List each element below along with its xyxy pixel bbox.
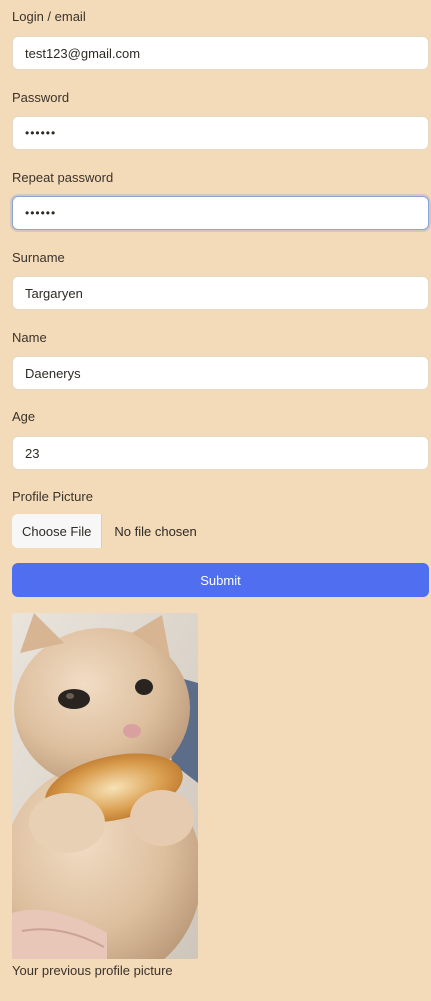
age-input[interactable] xyxy=(12,436,429,470)
repeat-password-input[interactable] xyxy=(12,196,429,230)
name-input[interactable] xyxy=(12,356,429,390)
previous-profile-picture xyxy=(12,613,198,959)
surname-input[interactable] xyxy=(12,276,429,310)
password-input[interactable] xyxy=(12,116,429,150)
previous-picture-caption: Your previous profile picture xyxy=(12,963,173,978)
cat-photo-image xyxy=(12,613,198,959)
age-label: Age xyxy=(12,409,36,424)
profile-picture-label: Profile Picture xyxy=(12,489,93,504)
name-label: Name xyxy=(12,330,47,345)
profile-picture-file-input[interactable]: Choose File No file chosen xyxy=(12,514,429,548)
surname-label: Surname xyxy=(12,250,65,265)
password-label: Password xyxy=(12,90,70,105)
file-status-text: No file chosen xyxy=(114,523,197,539)
repeat-password-label: Repeat password xyxy=(12,170,114,185)
submit-button[interactable]: Submit xyxy=(12,563,429,597)
login-email-input[interactable] xyxy=(12,36,429,70)
choose-file-button[interactable]: Choose File xyxy=(12,514,103,548)
login-label: Login / email xyxy=(12,9,86,24)
